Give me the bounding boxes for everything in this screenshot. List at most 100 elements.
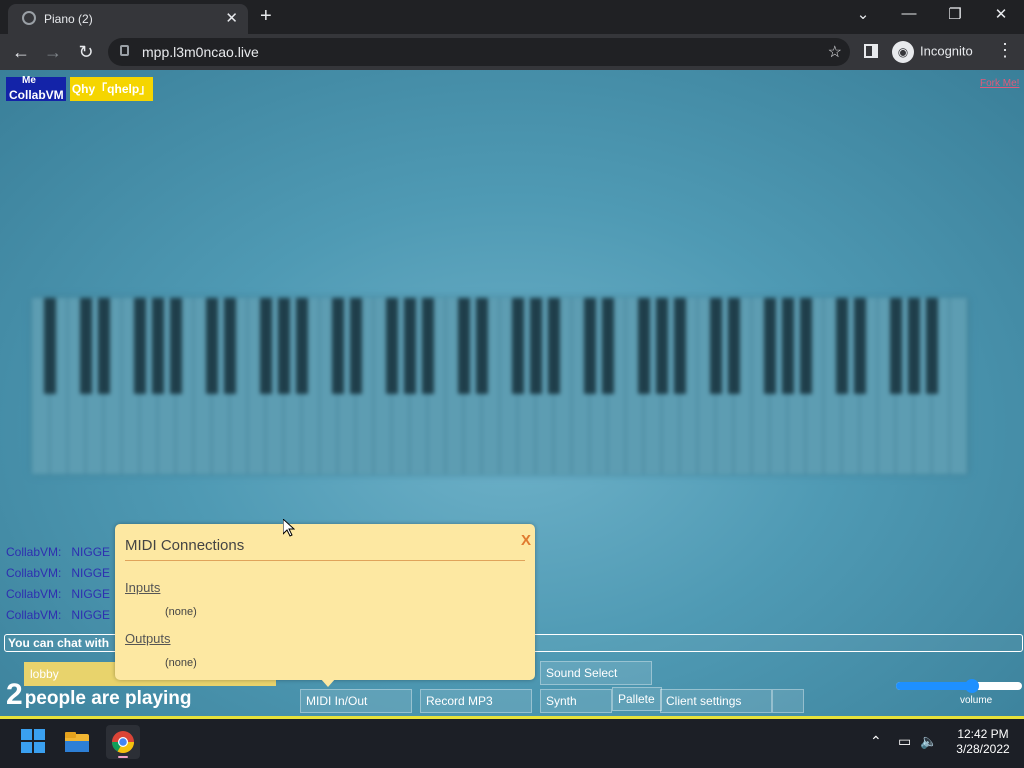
side-panel-icon[interactable] bbox=[864, 44, 878, 58]
piano-black-key[interactable] bbox=[404, 298, 416, 394]
piano-black-key[interactable] bbox=[80, 298, 92, 394]
piano-page: Me CollabVM Qhy「qhelp」 Fork Me! CollabVM… bbox=[0, 70, 1024, 720]
outputs-value[interactable]: (none) bbox=[165, 657, 197, 669]
piano-black-key[interactable] bbox=[458, 298, 470, 394]
incognito-label: Incognito bbox=[920, 43, 973, 59]
file-explorer-icon[interactable] bbox=[63, 728, 91, 756]
piano-black-key[interactable] bbox=[656, 298, 668, 394]
piano-black-key[interactable] bbox=[476, 298, 488, 394]
piano-black-key[interactable] bbox=[602, 298, 614, 394]
piano-black-key[interactable] bbox=[206, 298, 218, 394]
people-number: 2 bbox=[6, 678, 23, 711]
fork-me-link[interactable]: Fork Me! bbox=[980, 78, 1019, 89]
chrome-taskbar-icon[interactable] bbox=[106, 725, 140, 759]
modal-close-button[interactable]: X bbox=[521, 532, 531, 549]
synth-button[interactable]: Synth bbox=[540, 689, 612, 713]
piano-black-key[interactable] bbox=[44, 298, 56, 394]
windows-start-icon[interactable] bbox=[20, 728, 48, 756]
extra-button[interactable] bbox=[772, 689, 804, 713]
piano-black-key[interactable] bbox=[854, 298, 866, 394]
piano-black-key[interactable] bbox=[926, 298, 938, 394]
piano-black-key[interactable] bbox=[152, 298, 164, 394]
piano-black-key[interactable] bbox=[512, 298, 524, 394]
piano-black-key[interactable] bbox=[260, 298, 272, 394]
minimize-button[interactable]: — bbox=[894, 5, 924, 22]
piano-black-key[interactable] bbox=[548, 298, 560, 394]
modal-pointer bbox=[320, 678, 336, 687]
piano-black-key[interactable] bbox=[332, 298, 344, 394]
incognito-icon: ◉ bbox=[892, 41, 914, 63]
close-window-button[interactable]: ✕ bbox=[986, 5, 1016, 23]
piano-black-key[interactable] bbox=[890, 298, 902, 394]
show-hidden-icons-chevron-icon[interactable]: ⌃ bbox=[870, 733, 882, 750]
outputs-heading: Outputs bbox=[125, 631, 171, 646]
chat-message: CollabVM: NIGGE bbox=[6, 566, 111, 580]
piano-black-key[interactable] bbox=[170, 298, 182, 394]
tab-close-icon[interactable]: ✕ bbox=[225, 9, 238, 27]
taskbar-clock[interactable]: 12:42 PM 3/28/2022 bbox=[948, 727, 1018, 757]
client-settings-button[interactable]: Client settings bbox=[660, 689, 772, 713]
reload-icon[interactable]: ↻ bbox=[74, 40, 98, 64]
piano-white-key[interactable] bbox=[950, 298, 968, 474]
me-label: Me bbox=[22, 75, 36, 86]
modal-title: MIDI Connections bbox=[125, 537, 245, 554]
user-name: CollabVM bbox=[9, 88, 64, 102]
piano-black-key[interactable] bbox=[674, 298, 686, 394]
mouse-cursor-icon bbox=[282, 517, 296, 542]
browser-tab-bar: Piano (2) ✕ + ⌄ — ❐ ✕ bbox=[0, 0, 1024, 34]
midi-in-out-button[interactable]: MIDI In/Out bbox=[300, 689, 412, 713]
help-user-button[interactable]: Qhy「qhelp」 bbox=[70, 77, 153, 101]
collabvm-user-button[interactable]: Me CollabVM bbox=[6, 75, 66, 102]
piano-black-key[interactable] bbox=[98, 298, 110, 394]
back-arrow-icon[interactable]: ← bbox=[9, 40, 33, 64]
sound-select-button[interactable]: Sound Select bbox=[540, 661, 652, 685]
piano-black-key[interactable] bbox=[422, 298, 434, 394]
inputs-heading: Inputs bbox=[125, 580, 161, 595]
restore-button[interactable]: ❐ bbox=[940, 5, 970, 23]
lock-icon bbox=[120, 45, 129, 56]
piano-black-key[interactable] bbox=[800, 298, 812, 394]
menu-kebab-icon[interactable]: ⋮ bbox=[996, 40, 1014, 61]
piano-black-key[interactable] bbox=[584, 298, 596, 394]
people-count: 2 people are playing bbox=[6, 678, 192, 712]
inputs-value[interactable]: (none) bbox=[165, 606, 197, 618]
volume-thumb[interactable] bbox=[964, 679, 979, 693]
piano-black-key[interactable] bbox=[836, 298, 848, 394]
piano-black-key[interactable] bbox=[224, 298, 236, 394]
piano-black-key[interactable] bbox=[728, 298, 740, 394]
chat-message: CollabVM: NIGGE bbox=[6, 587, 111, 601]
volume-speaker-icon[interactable]: 🔈 bbox=[920, 733, 937, 750]
new-tab-button[interactable]: + bbox=[260, 5, 272, 28]
clock-date: 3/28/2022 bbox=[956, 742, 1010, 756]
piano-black-key[interactable] bbox=[278, 298, 290, 394]
piano-black-key[interactable] bbox=[764, 298, 776, 394]
piano-black-key[interactable] bbox=[296, 298, 308, 394]
browser-tab[interactable]: Piano (2) ✕ bbox=[8, 4, 248, 34]
piano-black-key[interactable] bbox=[134, 298, 146, 394]
browser-toolbar: ← → ↻ mpp.l3m0ncao.live ☆ ◉ Incognito ⋮ bbox=[0, 34, 1024, 70]
modal-divider bbox=[125, 560, 525, 561]
tab-search-icon[interactable]: ⌄ bbox=[848, 5, 878, 23]
piano-black-key[interactable] bbox=[638, 298, 650, 394]
forward-arrow-icon[interactable]: → bbox=[41, 40, 65, 64]
piano-black-key[interactable] bbox=[908, 298, 920, 394]
windows-taskbar: ⌃ ▭ 🔈 12:42 PM 3/28/2022 bbox=[0, 719, 1024, 768]
clock-time: 12:42 PM bbox=[957, 727, 1009, 741]
address-bar[interactable]: mpp.l3m0ncao.live ☆ bbox=[108, 38, 850, 66]
piano-black-key[interactable] bbox=[710, 298, 722, 394]
incognito-indicator[interactable]: ◉ Incognito bbox=[892, 41, 973, 63]
pallete-button[interactable]: Pallete bbox=[612, 687, 662, 711]
people-text: people are playing bbox=[24, 688, 192, 709]
piano-black-key[interactable] bbox=[350, 298, 362, 394]
network-icon[interactable]: ▭ bbox=[898, 733, 911, 750]
piano-black-key[interactable] bbox=[530, 298, 542, 394]
record-mp3-button[interactable]: Record MP3 bbox=[420, 689, 532, 713]
chat-message: CollabVM: NIGGE bbox=[6, 608, 111, 622]
piano-keyboard[interactable] bbox=[32, 298, 968, 474]
bookmark-star-icon[interactable]: ☆ bbox=[828, 42, 842, 62]
chat-message: CollabVM: NIGGE bbox=[6, 545, 111, 559]
piano-black-key[interactable] bbox=[386, 298, 398, 394]
piano-black-key[interactable] bbox=[782, 298, 794, 394]
volume-slider[interactable] bbox=[896, 679, 1022, 693]
tab-title: Piano (2) bbox=[44, 12, 93, 26]
